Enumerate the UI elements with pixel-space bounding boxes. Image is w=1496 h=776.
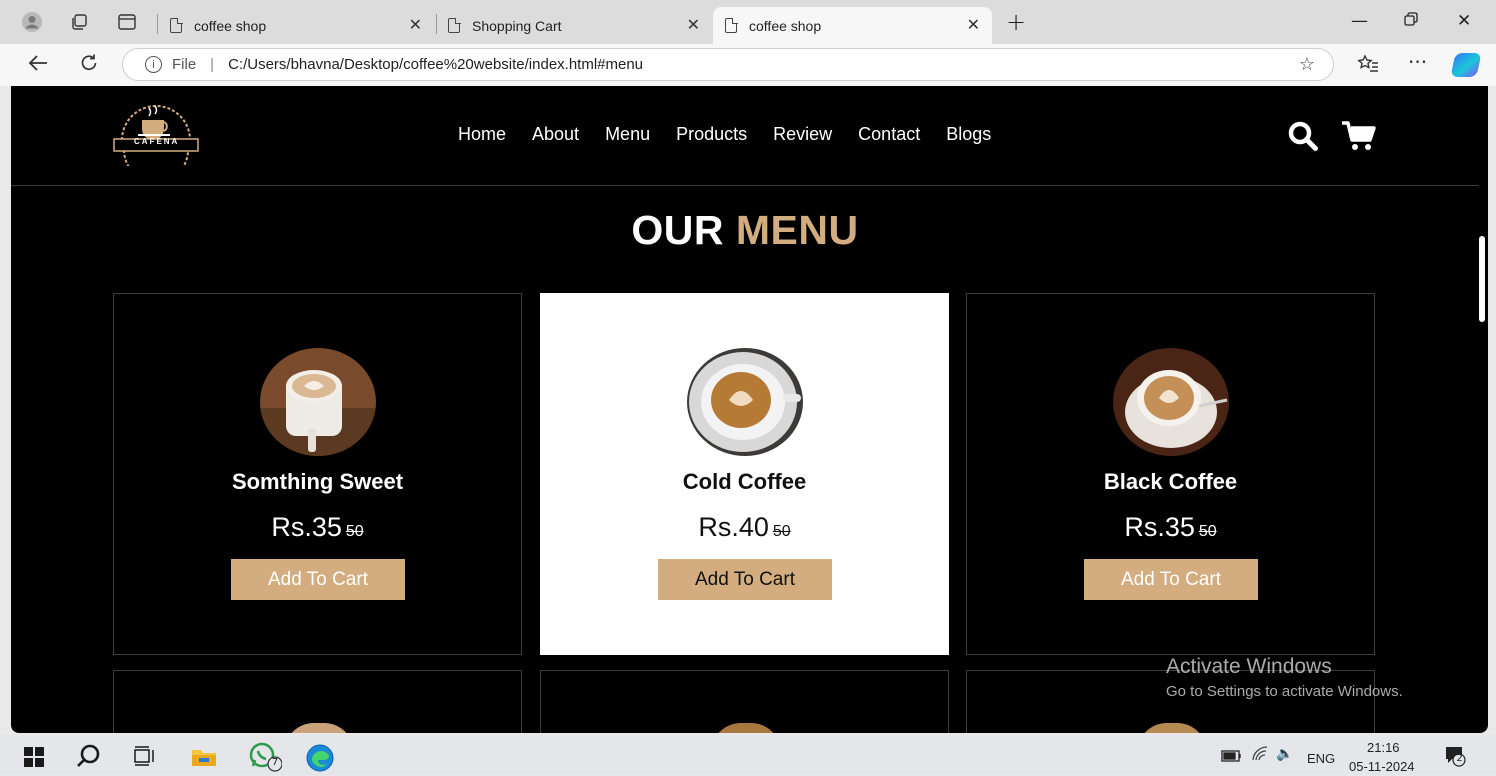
old-price: 50	[1198, 523, 1217, 540]
url-field[interactable]: i File | C:/Users/bhavna/Desktop/coffee%…	[122, 48, 1334, 81]
close-tab-icon[interactable]: ✕	[409, 15, 422, 34]
page-icon	[170, 17, 183, 33]
new-tab-button[interactable]: +	[1006, 8, 1026, 36]
tab-shopping-cart[interactable]: Shopping Cart ✕	[436, 7, 712, 44]
refresh-icon[interactable]	[79, 53, 99, 78]
wifi-icon[interactable]	[1251, 746, 1269, 766]
nav-about[interactable]: About	[532, 124, 579, 145]
nav-menu[interactable]: Menu	[605, 124, 650, 145]
watermark-subtitle: Go to Settings to activate Windows.	[1166, 683, 1403, 700]
minimize-icon[interactable]: —	[1351, 11, 1368, 31]
page-icon	[725, 17, 738, 33]
coffee-image	[1113, 348, 1229, 456]
copilot-icon[interactable]	[1450, 53, 1482, 77]
menu-card-partial	[540, 670, 949, 733]
item-price: Rs.35 50	[1124, 512, 1217, 542]
tab-title: coffee shop	[194, 17, 267, 34]
close-icon[interactable]: ✕	[1457, 11, 1471, 31]
close-tab-icon[interactable]: ✕	[687, 15, 700, 34]
tab-coffee-shop-active[interactable]: coffee shop ✕	[713, 7, 992, 44]
add-to-cart-button[interactable]: Add To Cart	[658, 559, 832, 600]
menu-card-somthing-sweet: Somthing Sweet Rs.35 50 Add To Cart	[113, 293, 522, 655]
clock-time[interactable]: 21:16	[1367, 740, 1400, 755]
item-price: Rs.40 50	[698, 512, 791, 542]
coffee-image	[711, 723, 781, 733]
scrollbar-thumb[interactable]	[1479, 236, 1485, 322]
item-name: Somthing Sweet	[231, 469, 404, 494]
more-icon[interactable]: ···	[1408, 50, 1427, 74]
close-tab-icon[interactable]: ✕	[967, 15, 980, 34]
menu-heading: OUR MENU	[11, 207, 1479, 254]
browser-tab-bar: coffee shop ✕ Shopping Cart ✕ coffee sho…	[0, 0, 1496, 44]
favorites-icon[interactable]	[1357, 54, 1379, 79]
coffee-image	[687, 348, 803, 456]
info-icon[interactable]: i	[145, 56, 162, 73]
windows-taskbar: 7 🔈 ENG 21:16 05-11-2024 2	[0, 735, 1496, 775]
site-header: CAFENA Home About Menu Products Review C…	[11, 86, 1479, 186]
heading-part2: MENU	[735, 207, 859, 253]
url-text[interactable]: C:/Users/bhavna/Desktop/coffee%20website…	[228, 56, 643, 73]
activate-windows-watermark: Activate Windows Go to Settings to activ…	[1166, 655, 1403, 700]
back-icon[interactable]	[27, 53, 49, 78]
windows-start-icon[interactable]	[24, 747, 44, 771]
menu-card-partial	[113, 670, 522, 733]
battery-icon[interactable]	[1221, 748, 1243, 767]
whatsapp-icon[interactable]: 7	[248, 742, 283, 776]
coffee-image	[260, 348, 376, 456]
nav-home[interactable]: Home	[458, 124, 506, 145]
language-indicator[interactable]: ENG	[1307, 751, 1335, 766]
restore-icon[interactable]	[1404, 11, 1418, 31]
edge-icon[interactable]	[306, 744, 334, 776]
workspaces-icon[interactable]	[68, 11, 90, 33]
volume-icon[interactable]: 🔈	[1276, 746, 1293, 762]
clock-date[interactable]: 05-11-2024	[1349, 759, 1415, 774]
old-price: 50	[345, 523, 364, 540]
watermark-title: Activate Windows	[1166, 655, 1332, 678]
profile-icon[interactable]	[21, 11, 43, 33]
search-icon[interactable]	[76, 743, 102, 773]
page-icon	[448, 17, 461, 33]
tab-coffee-shop-1[interactable]: coffee shop ✕	[158, 7, 434, 44]
main-nav: Home About Menu Products Review Contact …	[458, 124, 991, 145]
notification-count: 2	[1456, 753, 1463, 764]
nav-contact[interactable]: Contact	[858, 124, 920, 145]
whatsapp-badge: 7	[271, 757, 279, 768]
item-name: Black Coffee	[1103, 469, 1238, 494]
item-price: Rs.35 50	[271, 512, 364, 542]
add-to-cart-button[interactable]: Add To Cart	[1084, 559, 1258, 600]
tab-title: coffee shop	[749, 17, 822, 34]
add-to-cart-button[interactable]: Add To Cart	[231, 559, 405, 600]
nav-review[interactable]: Review	[773, 124, 832, 145]
menu-card-black-coffee: Black Coffee Rs.35 50 Add To Cart	[966, 293, 1375, 655]
cafena-logo[interactable]	[112, 100, 200, 183]
file-explorer-icon[interactable]	[191, 747, 217, 771]
cart-icon[interactable]	[1341, 120, 1377, 157]
coffee-image	[1137, 723, 1207, 733]
url-scheme: File	[172, 56, 197, 73]
tab-actions-icon[interactable]	[116, 11, 138, 33]
address-bar-row: i File | C:/Users/bhavna/Desktop/coffee%…	[0, 44, 1496, 86]
tab-title: Shopping Cart	[472, 17, 562, 34]
menu-card-cold-coffee: Cold Coffee Rs.40 50 Add To Cart	[540, 293, 949, 655]
nav-products[interactable]: Products	[676, 124, 747, 145]
old-price: 50	[772, 523, 791, 540]
item-name: Cold Coffee	[682, 469, 807, 494]
page-viewport: CAFENA Home About Menu Products Review C…	[11, 86, 1488, 733]
logo-text: CAFENA	[134, 137, 180, 146]
coffee-image	[284, 723, 354, 733]
heading-part1: OUR	[631, 207, 724, 253]
notification-icon[interactable]: 2	[1444, 745, 1466, 771]
search-icon[interactable]	[1287, 120, 1319, 157]
task-view-icon[interactable]	[134, 746, 156, 770]
nav-blogs[interactable]: Blogs	[946, 124, 991, 145]
favorite-star-icon[interactable]: ☆	[1299, 54, 1315, 75]
